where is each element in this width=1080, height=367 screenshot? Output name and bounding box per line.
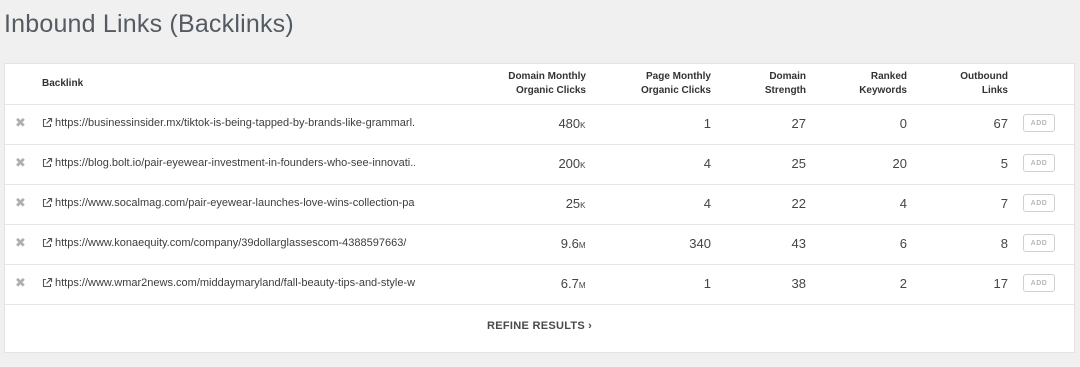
- column-header-backlink: Backlink: [42, 78, 84, 89]
- remove-icon[interactable]: ✖: [15, 196, 26, 210]
- ranked-keywords: 0: [899, 116, 907, 131]
- column-header-domain-monthly-organic-clicks[interactable]: Domain Monthly Organic Clicks: [466, 70, 586, 98]
- page-monthly-organic-clicks: 340: [689, 236, 711, 251]
- backlink-url[interactable]: https://www.konaequity.com/company/39dol…: [55, 237, 406, 249]
- domain-strength: 22: [791, 196, 806, 211]
- add-button[interactable]: ADD: [1023, 274, 1055, 292]
- table-row: ✖ https://www.konaequity.com/company/39d…: [5, 224, 1074, 265]
- outbound-links: 17: [993, 276, 1008, 291]
- backlinks-table: Backlink Domain Monthly Organic Clicks P…: [4, 63, 1075, 353]
- backlink-url[interactable]: https://www.wmar2news.com/middaymaryland…: [55, 277, 415, 289]
- external-link-icon[interactable]: [41, 197, 53, 209]
- outbound-links: 5: [1000, 156, 1008, 171]
- add-button[interactable]: ADD: [1023, 234, 1055, 252]
- remove-icon[interactable]: ✖: [15, 236, 26, 250]
- backlink-url[interactable]: https://businessinsider.mx/tiktok-is-bei…: [55, 117, 415, 129]
- domain-monthly-organic-clicks: 6.7M: [560, 276, 586, 291]
- ranked-keywords: 20: [892, 156, 907, 171]
- external-link-icon[interactable]: [41, 117, 53, 129]
- backlink-url[interactable]: https://blog.bolt.io/pair-eyewear-invest…: [55, 157, 415, 169]
- outbound-links: 8: [1000, 236, 1008, 251]
- add-button[interactable]: ADD: [1023, 114, 1055, 132]
- page-monthly-organic-clicks: 1: [703, 116, 711, 131]
- column-header-domain-strength[interactable]: Domain Strength: [726, 70, 806, 98]
- page-monthly-organic-clicks: 1: [703, 276, 711, 291]
- page-title: Inbound Links (Backlinks): [4, 10, 294, 38]
- column-header-outbound-links[interactable]: Outbound Links: [928, 70, 1008, 98]
- column-header-page-monthly-organic-clicks[interactable]: Page Monthly Organic Clicks: [591, 70, 711, 98]
- domain-strength: 27: [791, 116, 806, 131]
- page-monthly-organic-clicks: 4: [703, 156, 711, 171]
- remove-icon[interactable]: ✖: [15, 116, 26, 130]
- refine-results-link[interactable]: REFINE RESULTS ›: [5, 320, 1074, 332]
- add-button[interactable]: ADD: [1023, 154, 1055, 172]
- domain-monthly-organic-clicks: 480K: [558, 116, 586, 131]
- table-row: ✖ https://www.wmar2news.com/middaymaryla…: [5, 264, 1074, 305]
- add-button[interactable]: ADD: [1023, 194, 1055, 212]
- table-row: ✖ https://businessinsider.mx/tiktok-is-b…: [5, 104, 1074, 145]
- table-row: ✖ https://blog.bolt.io/pair-eyewear-inve…: [5, 144, 1074, 185]
- domain-strength: 38: [791, 276, 806, 291]
- domain-monthly-organic-clicks: 200K: [558, 156, 586, 171]
- domain-strength: 43: [791, 236, 806, 251]
- remove-icon[interactable]: ✖: [15, 156, 26, 170]
- external-link-icon[interactable]: [41, 237, 53, 249]
- domain-monthly-organic-clicks: 25K: [565, 196, 586, 211]
- domain-monthly-organic-clicks: 9.6M: [560, 236, 586, 251]
- ranked-keywords: 2: [899, 276, 907, 291]
- column-header-ranked-keywords[interactable]: Ranked Keywords: [827, 70, 907, 98]
- refine-results-label: REFINE RESULTS: [486, 320, 586, 332]
- outbound-links: 67: [993, 116, 1008, 131]
- external-link-icon[interactable]: [41, 157, 53, 169]
- ranked-keywords: 6: [899, 236, 907, 251]
- table-row: ✖ https://www.socalmag.com/pair-eyewear-…: [5, 184, 1074, 225]
- backlink-url[interactable]: https://www.socalmag.com/pair-eyewear-la…: [55, 197, 415, 209]
- ranked-keywords: 4: [899, 196, 907, 211]
- page-monthly-organic-clicks: 4: [703, 196, 711, 211]
- remove-icon[interactable]: ✖: [15, 276, 26, 290]
- table-header: Backlink Domain Monthly Organic Clicks P…: [5, 64, 1074, 105]
- domain-strength: 25: [791, 156, 806, 171]
- outbound-links: 7: [1000, 196, 1008, 211]
- chevron-right-icon: ›: [588, 320, 593, 332]
- external-link-icon[interactable]: [41, 277, 53, 289]
